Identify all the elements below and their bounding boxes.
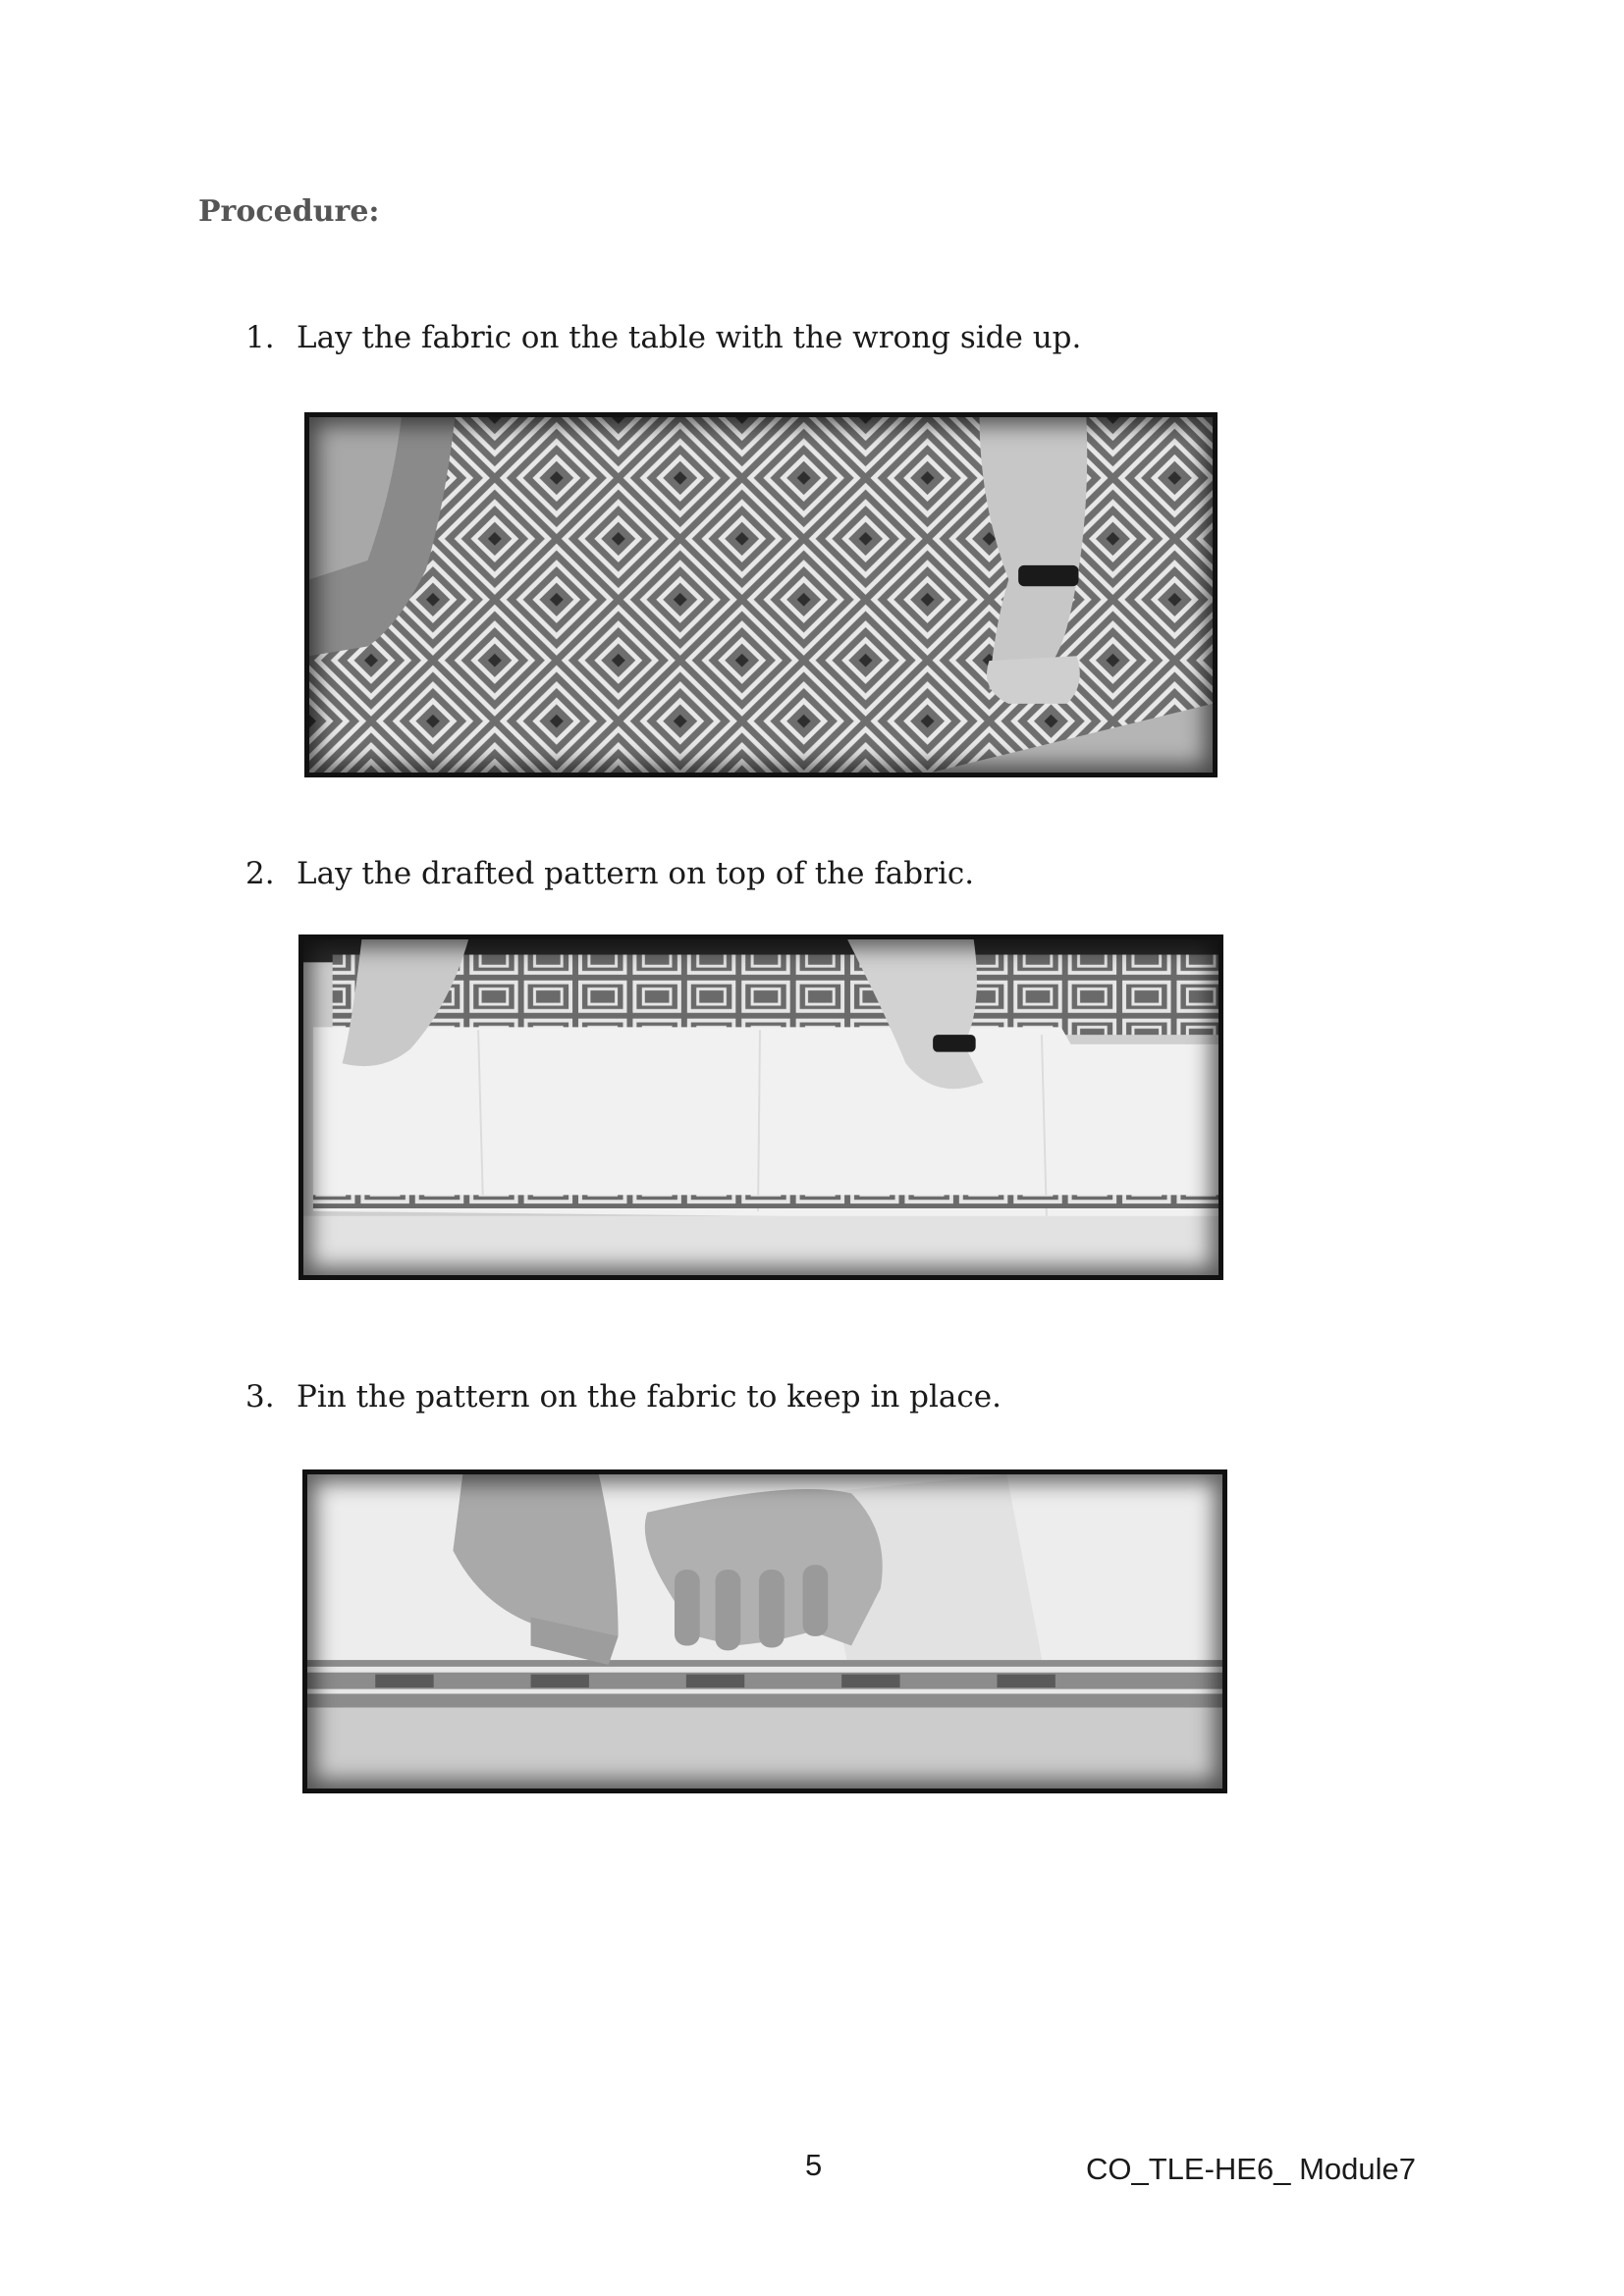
step-3: 3. Pin the pattern on the fabric to keep… xyxy=(245,1379,1001,1415)
photo-fabric-wrong-side-up xyxy=(304,412,1218,777)
step-number: 2. xyxy=(245,856,275,891)
step-number: 1. xyxy=(245,320,275,355)
step-text: Pin the pattern on the fabric to keep in… xyxy=(297,1379,1001,1415)
module-code: CO_TLE-HE6_ Module7 xyxy=(1086,2152,1416,2186)
photo-pattern-on-fabric xyxy=(298,934,1223,1280)
photo-pinning-pattern xyxy=(302,1469,1227,1793)
step-1: 1. Lay the fabric on the table with the … xyxy=(245,320,1081,355)
procedure-heading: Procedure: xyxy=(198,194,380,229)
step-2: 2. Lay the drafted pattern on top of the… xyxy=(245,856,974,891)
step-number: 3. xyxy=(245,1379,275,1415)
step-text: Lay the fabric on the table with the wro… xyxy=(297,320,1082,355)
step-text: Lay the drafted pattern on top of the fa… xyxy=(297,856,975,891)
page-number: 5 xyxy=(805,2148,823,2182)
